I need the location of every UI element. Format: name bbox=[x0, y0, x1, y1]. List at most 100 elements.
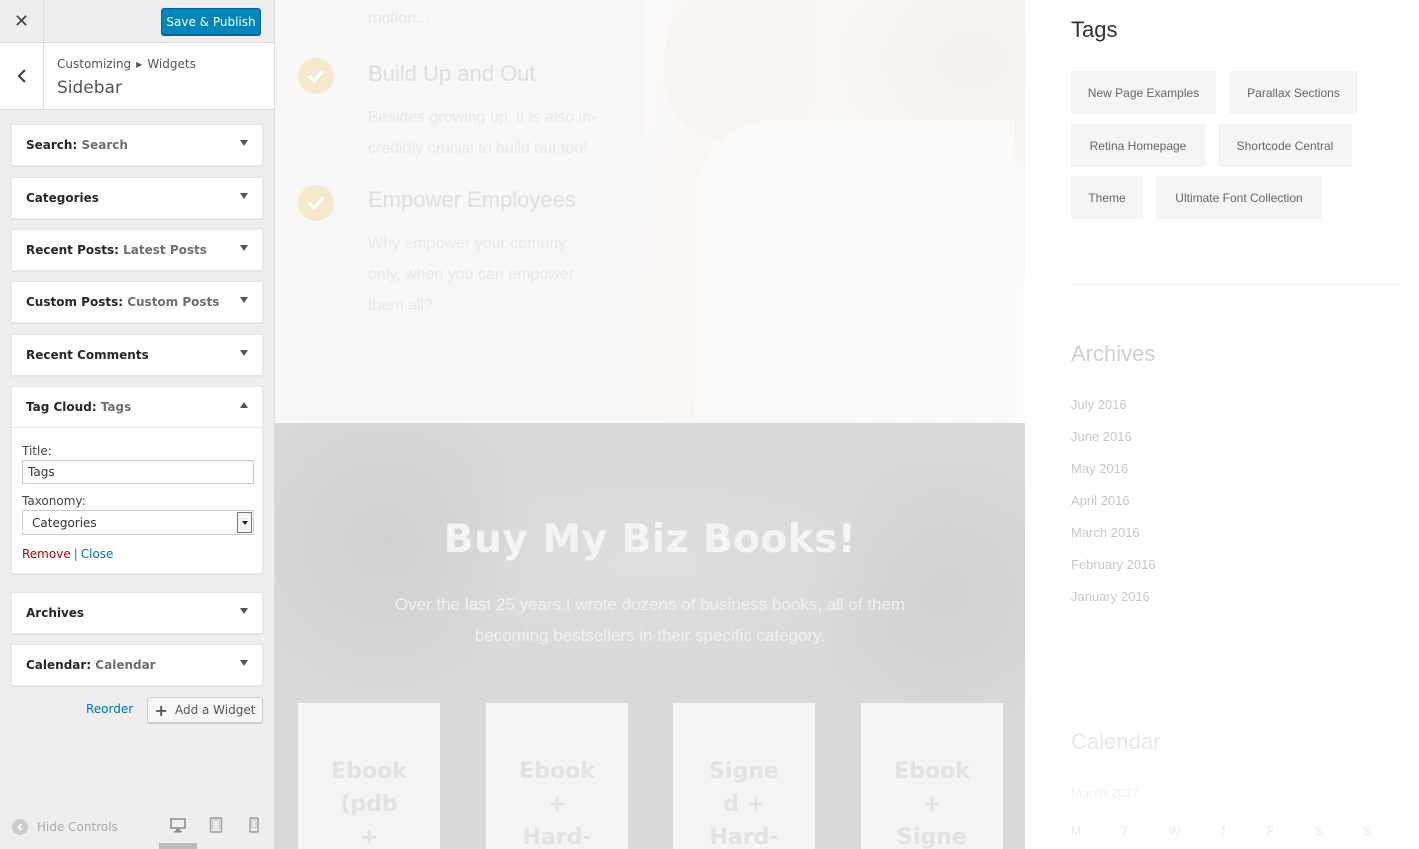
expand-arrow-icon[interactable] bbox=[240, 245, 248, 251]
widget-recent-comments: Recent Comments bbox=[11, 334, 263, 376]
widget-type: Recent Posts bbox=[26, 243, 115, 257]
widget-custom-posts: Custom Posts: Custom Posts bbox=[11, 281, 263, 323]
section-title: Sidebar bbox=[57, 78, 122, 98]
expand-arrow-icon[interactable] bbox=[240, 193, 248, 199]
widget-instance-title: Search bbox=[81, 138, 128, 152]
widget-type: Custom Posts bbox=[26, 295, 119, 309]
desktop-icon[interactable] bbox=[170, 817, 186, 837]
widget-type: Tag Cloud bbox=[26, 400, 92, 414]
add-widget-label: Add a Widget bbox=[174, 703, 256, 717]
tag-link[interactable]: Shortcode Central bbox=[1218, 124, 1352, 167]
widget-header[interactable]: Categories bbox=[12, 178, 262, 218]
expand-arrow-icon[interactable] bbox=[240, 608, 248, 614]
weekday-label: W bbox=[1168, 824, 1180, 838]
widget-title: Custom Posts: Custom Posts bbox=[26, 295, 220, 309]
expand-arrow-icon[interactable] bbox=[240, 140, 248, 146]
breadcrumb-item: Customizing bbox=[57, 57, 132, 71]
widget-header[interactable]: Calendar: Calendar bbox=[12, 645, 262, 685]
title-input[interactable]: Tags bbox=[22, 460, 254, 484]
tag-link[interactable]: Ultimate Font Collection bbox=[1156, 176, 1322, 219]
widget-header[interactable]: Search: Search bbox=[12, 125, 262, 165]
books-description-line: becoming bestsellers in their specific c… bbox=[474, 626, 826, 645]
archive-link[interactable]: July 2016 bbox=[1071, 397, 1127, 412]
expand-arrow-icon[interactable] bbox=[240, 350, 248, 356]
dropdown-arrow-icon[interactable] bbox=[237, 512, 252, 533]
weekday-label: T bbox=[1219, 824, 1228, 838]
active-device-indicator bbox=[159, 843, 197, 849]
collapse-arrow-icon[interactable] bbox=[240, 402, 248, 408]
tag-link[interactable]: Retina Homepage bbox=[1071, 124, 1205, 167]
close-widget-link[interactable]: Close bbox=[81, 547, 114, 561]
title-field-label: Title: bbox=[22, 444, 52, 458]
widget-header[interactable]: Tag Cloud: Tags bbox=[12, 387, 262, 427]
plus-icon: + bbox=[154, 700, 168, 720]
site-preview: motion... Build Up and Out Besides growi… bbox=[275, 0, 1419, 849]
archive-link[interactable]: February 2016 bbox=[1071, 557, 1156, 572]
weekday-label: S bbox=[1314, 824, 1323, 838]
widget-instance-title: Custom Posts bbox=[127, 295, 220, 309]
widget-header[interactable]: Recent Posts: Latest Posts bbox=[12, 230, 262, 270]
feature-description-line: only, when you can empower bbox=[368, 266, 575, 283]
actions-separator: | bbox=[73, 547, 78, 561]
tag-link[interactable]: Theme bbox=[1071, 176, 1143, 219]
book-card[interactable]: Ebook + Hard- bbox=[486, 703, 628, 849]
weekday-label: M bbox=[1071, 824, 1081, 838]
widget-title: Archives bbox=[26, 606, 84, 620]
expand-arrow-icon[interactable] bbox=[240, 660, 248, 666]
widget-type: Calendar bbox=[26, 658, 87, 672]
breadcrumb-item: Widgets bbox=[147, 57, 196, 71]
tablet-icon[interactable] bbox=[209, 817, 223, 837]
reorder-link[interactable]: Reorder bbox=[86, 702, 133, 716]
feature-description-line: Besides growing up, it is also in- bbox=[368, 109, 597, 126]
archive-link[interactable]: May 2016 bbox=[1071, 461, 1128, 476]
close-customizer-button[interactable]: ✕ bbox=[0, 0, 44, 43]
save-publish-button[interactable]: Save & Publish bbox=[161, 8, 261, 35]
mobile-icon[interactable] bbox=[249, 817, 259, 837]
taxonomy-selected-value: Categories bbox=[32, 515, 97, 530]
book-card[interactable]: Ebook (pdb + bbox=[298, 703, 440, 849]
feature-title: Empower Employees bbox=[368, 187, 576, 212]
hide-controls-button[interactable]: Hide Controls bbox=[12, 819, 118, 835]
site-sidebar: Tags New Page Examples Parallax Sections… bbox=[1025, 0, 1419, 849]
widget-title: Search: Search bbox=[26, 138, 128, 152]
book-card-title: Ebook + Hard- bbox=[519, 759, 595, 849]
widget-title: Tag Cloud: Tags bbox=[26, 400, 132, 414]
widget-title: Calendar: Calendar bbox=[26, 658, 156, 672]
book-card[interactable]: Ebook + Signe bbox=[861, 703, 1003, 849]
widget-type: Categories bbox=[26, 191, 99, 205]
taxonomy-select[interactable]: Categories bbox=[22, 510, 254, 535]
widget-header[interactable]: Archives bbox=[12, 593, 262, 633]
widget-categories: Categories bbox=[11, 177, 263, 219]
widget-header[interactable]: Custom Posts: Custom Posts bbox=[12, 282, 262, 322]
book-card-title: Signe d + Hard- bbox=[709, 759, 779, 849]
widget-type: Recent Comments bbox=[26, 348, 149, 362]
archive-link[interactable]: January 2016 bbox=[1071, 589, 1150, 604]
archive-link[interactable]: April 2016 bbox=[1071, 493, 1130, 508]
tag-link[interactable]: New Page Examples bbox=[1071, 71, 1216, 114]
widget-recent-posts: Recent Posts: Latest Posts bbox=[11, 229, 263, 271]
book-card-title: Ebook + Signe bbox=[894, 759, 970, 849]
archive-link[interactable]: June 2016 bbox=[1071, 429, 1132, 444]
breadcrumb: Customizing ▶ Widgets bbox=[57, 57, 196, 71]
widget-archives: Archives bbox=[11, 592, 263, 634]
expand-arrow-icon[interactable] bbox=[240, 297, 248, 303]
feature-description-line: them all? bbox=[368, 297, 433, 314]
divider bbox=[1071, 284, 1401, 285]
back-button[interactable] bbox=[0, 43, 44, 109]
widget-header[interactable]: Recent Comments bbox=[12, 335, 262, 375]
book-card[interactable]: Signe d + Hard- bbox=[673, 703, 815, 849]
add-widget-button[interactable]: + Add a Widget bbox=[147, 697, 263, 723]
widget-title: Recent Comments bbox=[26, 348, 149, 362]
feature-title: Build Up and Out bbox=[368, 61, 536, 86]
widget-instance-title: Tags bbox=[100, 400, 132, 414]
checkmark-icon bbox=[298, 185, 334, 221]
feature-description: Besides growing up, it is also in- credi… bbox=[368, 102, 638, 164]
archive-link[interactable]: March 2016 bbox=[1071, 525, 1140, 540]
widget-tag-cloud: Tag Cloud: Tags Title: Tags Taxonomy: Ca… bbox=[11, 386, 263, 574]
remove-widget-link[interactable]: Remove bbox=[22, 547, 71, 561]
widget-type: Archives bbox=[26, 606, 85, 620]
feature-description-line: Why empower your comany bbox=[368, 235, 567, 252]
widget-search: Search: Search bbox=[11, 124, 263, 166]
archives-widget-title: Archives bbox=[1071, 341, 1156, 366]
tag-link[interactable]: Parallax Sections bbox=[1229, 71, 1358, 114]
